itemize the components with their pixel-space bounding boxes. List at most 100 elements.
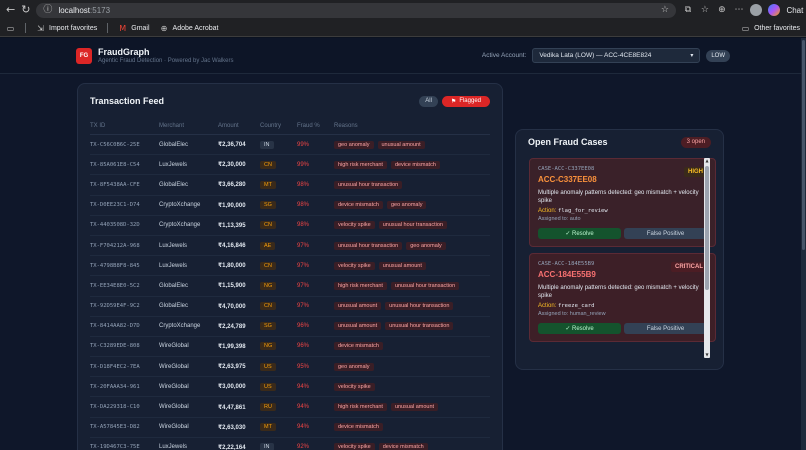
reason-tag: unusual hour transaction: [390, 281, 460, 290]
scroll-up-icon[interactable]: ▲: [704, 158, 710, 164]
extensions-icon[interactable]: ⧉: [682, 5, 693, 16]
flag-icon: ⚑: [450, 97, 457, 105]
severity-badge: CRITICAL: [671, 262, 707, 272]
table-row[interactable]: TX-85A061E8-C54 LuxJewels ₹2,30,000 CN 99% hi…: [90, 155, 490, 176]
folder-icon: ▭: [741, 23, 750, 33]
tx-amount: ₹1,15,900: [218, 283, 246, 290]
filter-flagged-button[interactable]: ⚑ Flagged: [441, 95, 490, 107]
site-info-icon[interactable]: ⓘ: [42, 5, 53, 16]
page-scrollbar[interactable]: [801, 38, 806, 450]
country-badge: NG: [260, 281, 277, 290]
back-icon[interactable]: ←: [6, 3, 15, 17]
page-scroll-thumb[interactable]: [802, 40, 805, 250]
tx-merchant: CryptoXchange: [159, 202, 201, 209]
fraud-score: 92%: [297, 444, 310, 450]
tx-amount: ₹2,30,000: [218, 162, 246, 169]
filter-all-button[interactable]: All: [419, 95, 438, 107]
case-action: Action: flag_for_review: [538, 208, 707, 214]
globe-icon: ⊕: [160, 23, 168, 33]
country-badge: SG: [260, 322, 276, 331]
resolve-button[interactable]: ✓ Resolve: [538, 228, 621, 239]
reason-tag: unusual hour transaction: [334, 180, 403, 189]
other-favorites[interactable]: ▭ Other favorites: [741, 24, 800, 33]
more-icon[interactable]: ⋯: [733, 5, 744, 16]
fraud-score: 97%: [297, 262, 310, 269]
tx-merchant: GlobalElec: [159, 141, 189, 148]
country-badge: IN: [260, 443, 274, 450]
reason-tag: unusual hour transaction: [334, 241, 403, 250]
open-count-badge: 3 open: [680, 136, 711, 148]
table-row[interactable]: TX-8F5438AA-CFE GlobalElec ₹3,66,280 MT 98% u…: [90, 175, 490, 196]
favorites-icon[interactable]: ☆: [699, 5, 710, 16]
table-row[interactable]: TX-C3289EDE-808 WireGlobal ₹1,99,398 NG 96% d…: [90, 337, 490, 358]
table-row[interactable]: TX-8414AA82-D7D CryptoXchange ₹2,24,789 SG 9…: [90, 317, 490, 337]
table-row[interactable]: TX-D18F4EC2-7EA WireGlobal ₹2,63,975 US 95% g…: [90, 357, 490, 378]
app-subtitle: Agentic Fraud Detection · Powered by Jac…: [98, 58, 234, 64]
scroll-down-icon[interactable]: ▼: [704, 352, 710, 358]
country-badge: IN: [260, 140, 274, 149]
tx-merchant: WireGlobal: [159, 404, 189, 411]
favorite-gmail[interactable]: M Gmail: [118, 24, 149, 33]
gmail-icon: M: [119, 23, 127, 33]
chat-label[interactable]: Chat: [786, 6, 803, 15]
reason-list: unusual hour transaction: [334, 180, 490, 189]
tx-amount: ₹4,16,846: [218, 243, 246, 250]
tx-merchant: GlobalElec: [159, 282, 189, 289]
account-select[interactable]: Vedika Lata (LOW) — ACC-4CE8E824 ▾: [532, 48, 701, 63]
table-row[interactable]: TX-19D467C3-75E LuxJewels ₹2,22,164 IN 92% ve…: [90, 438, 490, 450]
url-port: :5173: [90, 5, 111, 15]
reason-tag: unusual hour transaction: [385, 322, 454, 331]
table-row[interactable]: TX-F704212A-968 LuxJewels ₹4,16,846 AE 97% un…: [90, 236, 490, 257]
table-row[interactable]: TX-D0EE23C1-D74 CryptoXchange ₹1,90,000 SG 9…: [90, 196, 490, 216]
table-row[interactable]: TX-20FAAA34-961 WireGlobal ₹3,00,000 US 94% v…: [90, 377, 490, 398]
refresh-icon[interactable]: ↻: [21, 3, 30, 17]
reason-list: velocity spike unusual hour transaction: [334, 221, 490, 230]
table-row[interactable]: TX-92D59E4F-9C2 GlobalElec ₹4,70,000 CN 97% u…: [90, 297, 490, 317]
reason-tag: high risk merchant: [334, 403, 387, 412]
table-body: TX-C56C0B6C-25E GlobalElec ₹2,36,704 IN 99% g…: [78, 135, 502, 450]
tx-amount: ₹2,63,975: [218, 364, 246, 371]
reason-list: geo anomaly unusual amount: [334, 140, 490, 149]
table-row[interactable]: TX-DA229318-C10 WireGlobal ₹4,47,861 RU 94% h…: [90, 397, 490, 418]
case-action-label: Action:: [538, 303, 557, 309]
tx-id: TX-EE34E8E0-5C2: [90, 282, 140, 289]
case-card: CASE-ACC-C337EE08 HIGH ACC-C337EE08 Mult…: [529, 158, 716, 247]
fraudgraph-logo: FG: [76, 47, 92, 64]
table-row[interactable]: TX-A57845E3-D82 WireGlobal ₹2,63,030 MT 94% d…: [90, 418, 490, 438]
tx-merchant: LuxJewels: [159, 262, 188, 269]
country-badge: CN: [260, 160, 276, 169]
false-positive-button[interactable]: False Positive: [624, 228, 707, 239]
case-description: Multiple anomaly patterns detected: geo …: [538, 285, 699, 299]
tab-actions-icon[interactable]: ▭: [6, 24, 15, 33]
fraud-score: 99%: [297, 161, 310, 168]
table-row[interactable]: TX-4798B8F8-845 LuxJewels ₹1,80,000 CN 97% ve…: [90, 256, 490, 277]
resolve-button[interactable]: ✓ Resolve: [538, 323, 621, 334]
favorites-bar: ▭ ⇲ Import favorites M Gmail ⊕ Adobe Acroba…: [0, 20, 806, 37]
transaction-feed-panel: Transaction Feed All ⚑ Flagged TX ID Mer…: [77, 83, 503, 450]
reason-tag: geo anomaly: [386, 201, 427, 210]
tx-id: TX-C3289EDE-808: [90, 343, 140, 350]
tx-id: TX-8414AA82-D7D: [90, 323, 140, 330]
cases-scroll-thumb[interactable]: [705, 166, 709, 290]
address-bar[interactable]: ⓘ localhost:5173 ☆: [36, 2, 677, 18]
false-positive-button[interactable]: False Positive: [624, 323, 707, 334]
collections-icon[interactable]: ⊕: [716, 5, 727, 16]
table-row[interactable]: TX-EE34E8E0-5C2 GlobalElec ₹1,15,900 NG 97% h…: [90, 276, 490, 297]
copilot-icon[interactable]: [768, 4, 781, 16]
profile-avatar[interactable]: [750, 4, 763, 16]
favorite-import[interactable]: ⇲ Import favorites: [36, 24, 97, 33]
tx-merchant: WireGlobal: [159, 363, 189, 370]
country-badge: MT: [260, 423, 276, 432]
table-row[interactable]: TX-C56C0B6C-25E GlobalElec ₹2,36,704 IN 99% g…: [90, 135, 490, 156]
fraud-score: 99%: [297, 141, 310, 148]
favorite-star-icon[interactable]: ☆: [659, 5, 670, 16]
favorite-acrobat[interactable]: ⊕ Adobe Acrobat: [160, 24, 219, 33]
browser-toolbar: ← ↻ ⓘ localhost:5173 ☆ ⧉ ☆ ⊕ ⋯ Chat: [0, 0, 806, 20]
open-cases-panel: Open Fraud Cases 3 open CASE-ACC-C337EE0…: [515, 129, 724, 370]
reason-tag: velocity spike: [334, 382, 375, 391]
table-row[interactable]: TX-4403508D-32D CryptoXchange ₹1,13,395 CN 9…: [90, 216, 490, 236]
reason-tag: velocity spike: [334, 443, 375, 450]
reason-tag: unusual amount: [334, 302, 382, 311]
account-label: Active Account:: [481, 52, 527, 59]
cases-scrollbar[interactable]: ▲ ▼: [704, 158, 710, 358]
